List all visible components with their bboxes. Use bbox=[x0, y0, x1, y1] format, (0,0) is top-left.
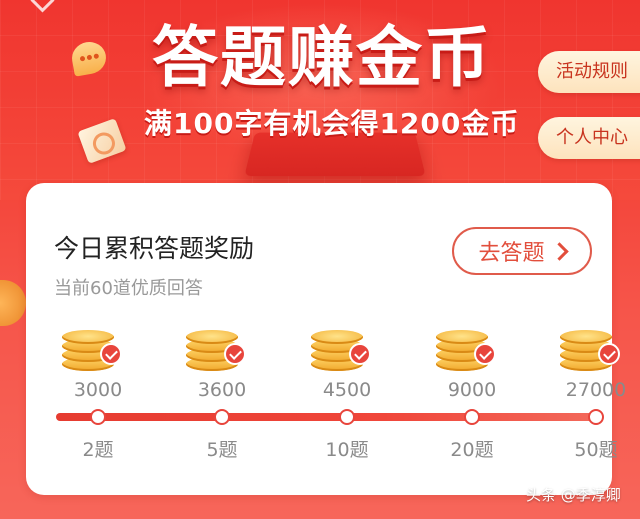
chevron-right-icon bbox=[549, 241, 569, 261]
reward-milestone: 9000 bbox=[412, 330, 532, 401]
claimed-check-icon bbox=[349, 343, 371, 365]
claimed-check-icon bbox=[224, 343, 246, 365]
coin-stack-icon bbox=[62, 330, 122, 373]
progress-node bbox=[588, 409, 604, 425]
question-count-label: 20题 bbox=[450, 439, 494, 461]
reward-milestone: 3000 bbox=[38, 330, 158, 401]
reward-milestone: 27000 bbox=[536, 330, 640, 401]
activity-rules-button[interactable]: 活动规则 bbox=[538, 51, 640, 93]
reward-coins: 4500 bbox=[322, 379, 372, 401]
reward-coins: 27000 bbox=[565, 379, 627, 401]
page-title: 答题赚金币 bbox=[152, 19, 492, 96]
claimed-check-icon bbox=[598, 343, 620, 365]
watermark: 头条 @季淳卿 bbox=[526, 486, 621, 504]
coin-stack-icon bbox=[560, 330, 620, 373]
question-count-label: 50题 bbox=[574, 439, 618, 461]
progress-node bbox=[464, 409, 480, 425]
go-answer-button[interactable]: 去答题 bbox=[452, 227, 592, 275]
coin-decoration-icon bbox=[0, 280, 26, 326]
question-count-label: 5题 bbox=[206, 439, 238, 461]
personal-center-button[interactable]: 个人中心 bbox=[538, 117, 640, 159]
claimed-check-icon bbox=[474, 343, 496, 365]
go-answer-label: 去答题 bbox=[478, 241, 545, 266]
question-count-label: 10题 bbox=[325, 439, 369, 461]
claimed-check-icon bbox=[100, 343, 122, 365]
coin-stack-icon bbox=[186, 330, 246, 373]
reward-milestone: 4500 bbox=[287, 330, 407, 401]
page-subtitle: 满100字有机会得1200金币 bbox=[144, 107, 520, 140]
top-banner: 答题赚金币 满100字有机会得1200金币 bbox=[0, 0, 640, 200]
progress-track bbox=[56, 413, 602, 421]
reward-milestone: 3600 bbox=[162, 330, 282, 401]
reward-card: 今日累积答题奖励 当前60道优质回答 去答题 3000 3600 4500 90… bbox=[26, 183, 626, 495]
answer-count-text: 当前60道优质回答 bbox=[54, 278, 203, 299]
progress-node bbox=[90, 409, 106, 425]
reward-coins: 3600 bbox=[197, 379, 247, 401]
progress-node bbox=[339, 409, 355, 425]
progress-node bbox=[214, 409, 230, 425]
reward-coins: 3000 bbox=[73, 379, 123, 401]
coin-stack-icon bbox=[311, 330, 371, 373]
coin-stack-icon bbox=[436, 330, 496, 373]
reward-coins: 9000 bbox=[447, 379, 497, 401]
question-count-label: 2题 bbox=[82, 439, 114, 461]
card-title: 今日累积答题奖励 bbox=[54, 234, 255, 263]
